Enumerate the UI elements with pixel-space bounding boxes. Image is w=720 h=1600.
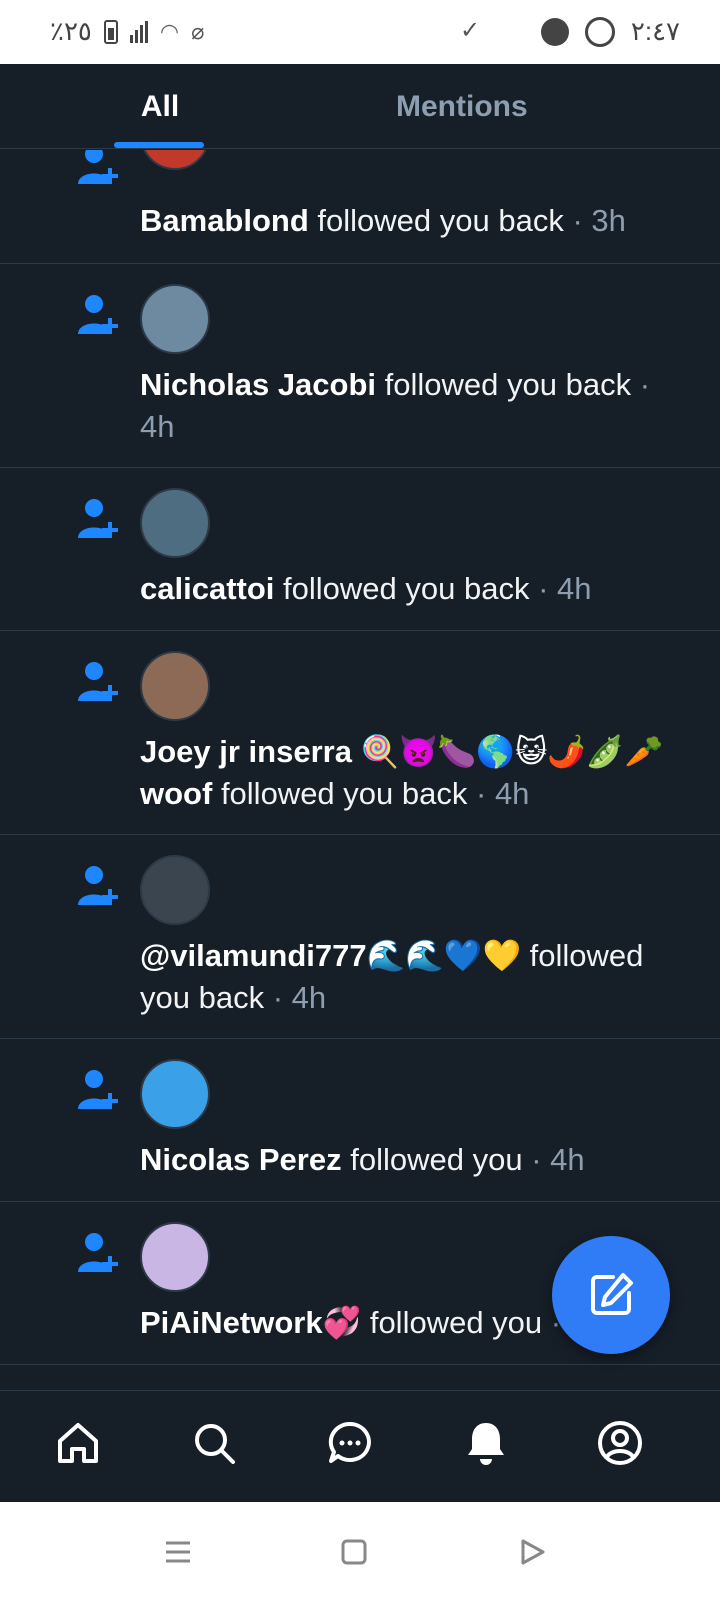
compose-icon (591, 1273, 633, 1315)
timestamp: 4h (140, 409, 175, 444)
search-icon (195, 1424, 235, 1464)
list-item[interactable]: Bamablond followed you back · 3h (0, 150, 720, 264)
nav-home[interactable] (48, 1413, 108, 1473)
nav-search[interactable] (184, 1413, 244, 1473)
status-bar: ٪٢٥ ◠ ⌀ ✓ ٢:٤٧ (0, 0, 720, 64)
tab-all-label: All (140, 89, 180, 123)
user-name[interactable]: PiAiNetwork💞 (140, 1305, 361, 1340)
nav-profile[interactable] (590, 1413, 650, 1473)
clock: ٢:٤٧ (630, 16, 680, 46)
list-item[interactable]: Nicholas Jacobi followed you back · 4h (0, 264, 720, 468)
battery-icon (103, 19, 118, 44)
follow-icon (78, 295, 118, 334)
list-item[interactable]: @vilamundi777🌊🌊💙💛 followed you back · 4h (0, 835, 720, 1039)
follow-icon (78, 866, 118, 905)
avatar[interactable] (140, 855, 210, 925)
user-name[interactable]: Bamablond (140, 203, 309, 238)
status-right: ٢:٤٧ (540, 16, 680, 47)
action-text: followed you back (384, 367, 632, 402)
user-name[interactable]: calicattoi (140, 571, 274, 606)
status-left: ٪٢٥ ◠ ⌀ (50, 16, 204, 47)
follow-icon (78, 662, 118, 701)
notification-list[interactable]: Bamablond followed you back · 3h Nichola… (0, 150, 720, 1390)
follow-icon (78, 499, 118, 538)
notification-tabs: All Mentions (0, 64, 720, 149)
action-text: followed you (369, 1305, 543, 1340)
nav-chat[interactable] (320, 1413, 380, 1473)
notification-text: @vilamundi777🌊🌊💙💛 followed you back · 4h (140, 938, 644, 1015)
timestamp: 4h (291, 980, 327, 1015)
check-icon: ✓ (460, 17, 481, 44)
notification-text: calicattoi followed you back · 4h (140, 571, 592, 606)
list-item[interactable]: calicattoi followed you back · 4h (0, 468, 720, 631)
follow-icon (78, 1070, 118, 1109)
action-text: followed you (350, 1142, 523, 1177)
action-text: followed you back (283, 571, 530, 606)
active-tab-indicator (114, 142, 204, 148)
nav-notifications[interactable] (456, 1413, 516, 1473)
chat-icon (328, 1421, 371, 1463)
tab-mentions-label: Mentions (396, 89, 528, 123)
follow-icon (78, 1233, 118, 1272)
user-name[interactable]: Nicolas Perez (140, 1142, 342, 1177)
tab-all[interactable]: All (0, 64, 320, 149)
back-triangle-icon (521, 1539, 545, 1565)
menu-icon (166, 1541, 190, 1563)
notification-text: Joey jr inserra 🍭👿🍆🌎😺🌶️🫛🥕 woof followed … (140, 734, 664, 811)
avatar[interactable] (140, 488, 210, 558)
list-item[interactable]: Joey jr inserra 🍭👿🍆🌎😺🌶️🫛🥕 woof followed … (0, 631, 720, 835)
timestamp: 4h (557, 571, 592, 606)
user-name[interactable]: Nicholas Jacobi (140, 367, 376, 402)
system-menu-button[interactable] (156, 1530, 200, 1574)
whatsapp-icon (584, 16, 615, 47)
notification-text: Bamablond followed you back · 3h (140, 203, 626, 238)
system-nav (0, 1502, 720, 1600)
profile-icon (598, 1421, 642, 1465)
notification-text: Nicholas Jacobi followed you back · 4h (140, 367, 651, 444)
avatar[interactable] (140, 1222, 210, 1292)
wifi-icon: ◠ (159, 18, 180, 44)
bottom-nav (0, 1390, 720, 1502)
user-name[interactable]: @vilamundi777🌊🌊💙💛 (140, 938, 521, 973)
tab-mentions[interactable]: Mentions (320, 64, 720, 149)
battery-percent: ٪٢٥ (50, 16, 92, 46)
timestamp: 4h (550, 1142, 585, 1177)
avatar[interactable] (140, 150, 210, 170)
list-item[interactable]: Nicolas Perez followed you · 4h (0, 1039, 720, 1202)
follow-icon (78, 150, 118, 184)
avatar[interactable] (140, 1059, 210, 1129)
signal-icon (129, 20, 148, 43)
action-text: followed you back (317, 203, 564, 238)
notification-text: Nicolas Perez followed you · 4h (140, 1142, 585, 1177)
bell-icon (468, 1423, 504, 1465)
data-off-icon: ⌀ (191, 18, 205, 44)
timestamp: 4h (494, 776, 530, 811)
avatar[interactable] (140, 651, 210, 721)
home-icon (58, 1423, 98, 1463)
avatar[interactable] (140, 284, 210, 354)
app-notification-icon (540, 17, 569, 46)
timestamp: 3h (591, 203, 626, 238)
compose-button[interactable] (552, 1236, 670, 1354)
home-square-icon (341, 1539, 367, 1565)
system-back-button[interactable] (510, 1530, 554, 1574)
action-text: followed you back (220, 776, 468, 811)
system-home-button[interactable] (332, 1530, 376, 1574)
